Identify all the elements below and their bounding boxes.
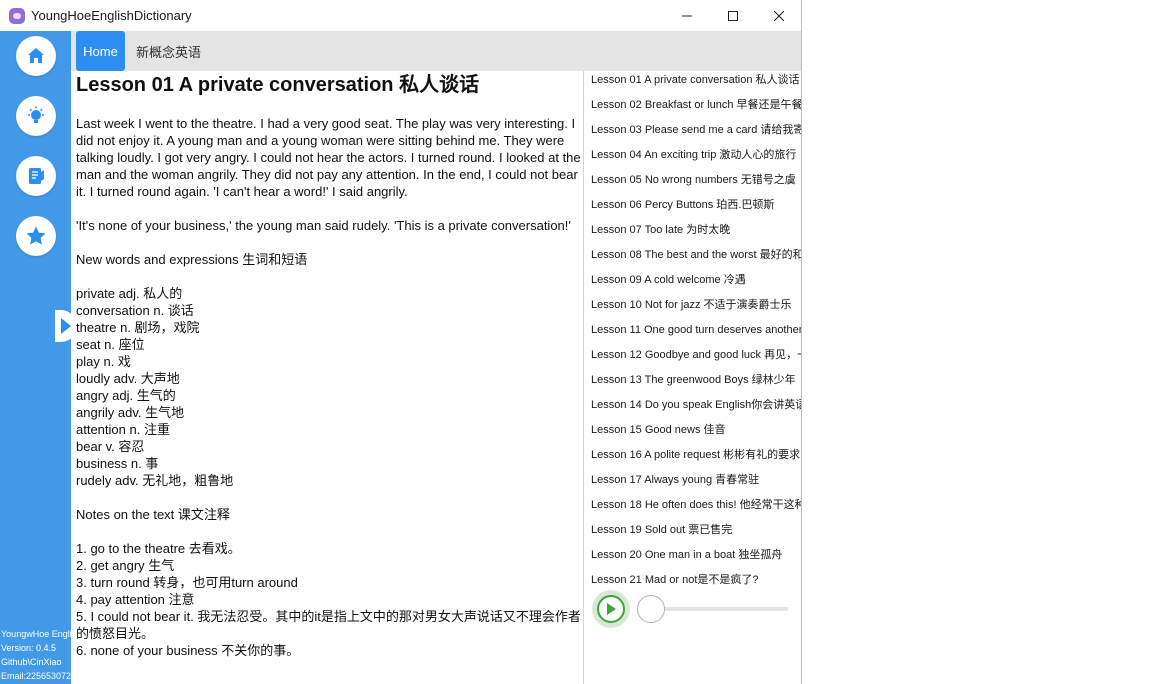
maximize-icon	[728, 10, 738, 21]
lesson-title: Lesson 01 A private conversation 私人谈话	[76, 74, 480, 96]
lesson-list-item[interactable]: Lesson 01 A private conversation 私人谈话	[584, 71, 801, 96]
maximize-button[interactable]	[710, 0, 756, 31]
note-item: 5. I could not bear it. 我无法忍受。其中的it是指上文中…	[76, 609, 581, 641]
word-item: angry adj. 生气的	[76, 388, 176, 403]
app-info-name: YoungwHoe English	[1, 629, 71, 639]
words-heading: New words and expressions 生词和短语	[76, 252, 308, 267]
word-item: attention n. 注重	[76, 422, 170, 437]
sidebar: YoungwHoe English Version: 0.4.5 Github\…	[0, 31, 71, 684]
minimize-button[interactable]	[664, 0, 710, 31]
notes-heading: Notes on the text 课文注释	[76, 507, 230, 522]
word-list: private adj. 私人的 conversation n. 谈话 thea…	[76, 285, 583, 489]
nav-home-button[interactable]	[16, 36, 56, 76]
lesson-list-item[interactable]: Lesson 12 Goodbye and good luck 再见，一路顺风	[584, 346, 801, 371]
lesson-list-item[interactable]: Lesson 19 Sold out 票已售完	[584, 521, 801, 546]
lesson-list-item[interactable]: Lesson 15 Good news 佳音	[584, 421, 801, 446]
progress-slider-track[interactable]	[651, 607, 788, 611]
lesson-list-item[interactable]: Lesson 20 One man in a boat 独坐孤舟	[584, 546, 801, 571]
app-info-email: Email:225653072	[1, 671, 71, 681]
lesson-list-item[interactable]: Lesson 08 The best and the worst 最好的和最差的	[584, 246, 801, 271]
word-item: conversation n. 谈话	[76, 303, 194, 318]
lesson-content[interactable]: Lesson 01 A private conversation 私人谈话 La…	[71, 71, 583, 684]
play-icon	[607, 603, 616, 615]
notes-list: 1. go to the theatre 去看戏。 2. get angry 生…	[76, 540, 583, 659]
window-title: YoungHoeEnglishDictionary	[31, 8, 192, 23]
note-item: 1. go to the theatre 去看戏。	[76, 541, 241, 556]
app-info: YoungwHoe English Version: 0.4.5 Github\…	[1, 627, 71, 683]
lightbulb-icon	[28, 106, 44, 123]
app-logo-icon	[9, 7, 25, 24]
progress-slider-thumb[interactable]	[637, 595, 665, 623]
tab-home[interactable]: Home	[76, 31, 125, 71]
tab-bar: Home 新概念英语	[71, 31, 801, 71]
close-button[interactable]	[756, 0, 801, 31]
lesson-list-item[interactable]: Lesson 07 Too late 为时太晚	[584, 221, 801, 246]
lesson-list-item[interactable]: Lesson 03 Please send me a card 请给我寄一张明信…	[584, 121, 801, 146]
word-item: angrily adv. 生气地	[76, 405, 185, 420]
word-item: play n. 戏	[76, 354, 131, 369]
lesson-list-item[interactable]: Lesson 16 A polite request 彬彬有礼的要求	[584, 446, 801, 471]
notebook-icon	[29, 168, 44, 184]
star-icon	[26, 226, 46, 245]
lesson-list-item[interactable]: Lesson 09 A cold welcome 冷遇	[584, 271, 801, 296]
home-icon	[28, 48, 44, 63]
app-window: YoungHoeEnglishDictionary YoungwHoe Engl…	[0, 0, 802, 684]
word-item: theatre n. 剧场，戏院	[76, 320, 200, 335]
app-info-github: Github\CinXiao	[1, 657, 62, 667]
lesson-list-item[interactable]: Lesson 11 One good turn deserves another…	[584, 321, 801, 346]
lesson-list-item[interactable]: Lesson 14 Do you speak English你会讲英语吗?	[584, 396, 801, 421]
word-item: seat n. 座位	[76, 337, 145, 352]
lesson-list-item[interactable]: Lesson 13 The greenwood Boys 绿林少年	[584, 371, 801, 396]
note-item: 2. get angry 生气	[76, 558, 175, 573]
lesson-list-item[interactable]: Lesson 04 An exciting trip 激动人心的旅行	[584, 146, 801, 171]
play-button[interactable]	[592, 590, 630, 628]
close-icon	[774, 10, 784, 21]
note-item: 3. turn round 转身，也可用turn around	[76, 575, 298, 590]
nav-ideas-button[interactable]	[16, 96, 56, 136]
app-info-version: Version: 0.4.5	[1, 643, 57, 653]
word-item: business n. 事	[76, 456, 159, 471]
note-item: 6. none of your business 不关你的事。	[76, 643, 300, 658]
title-bar: YoungHoeEnglishDictionary	[0, 0, 801, 31]
audio-player	[583, 585, 801, 633]
window-controls	[664, 0, 801, 31]
word-item: private adj. 私人的	[76, 286, 183, 301]
word-item: bear v. 容忍	[76, 439, 145, 454]
lesson-list-item[interactable]: Lesson 02 Breakfast or lunch 早餐还是午餐?	[584, 96, 801, 121]
note-item: 4. pay attention 注意	[76, 592, 195, 607]
nav-favorites-button[interactable]	[16, 216, 56, 256]
lesson-list-item[interactable]: Lesson 18 He often does this! 他经常干这种事!	[584, 496, 801, 521]
lesson-list-item[interactable]: Lesson 17 Always young 青春常驻	[584, 471, 801, 496]
lesson-list-item[interactable]: Lesson 05 No wrong numbers 无错号之虞	[584, 171, 801, 196]
word-item: rudely adv. 无礼地，粗鲁地	[76, 473, 234, 488]
minimize-icon	[682, 15, 692, 16]
tab-new-concept-english[interactable]: 新概念英语	[131, 31, 206, 71]
nav-notebook-button[interactable]	[16, 156, 56, 196]
lesson-paragraph: Last week I went to the theatre. I had a…	[76, 116, 581, 199]
lesson-list-item[interactable]: Lesson 10 Not for jazz 不适于演奏爵士乐	[584, 296, 801, 321]
lesson-paragraph: 'It's none of your business,' the young …	[76, 218, 571, 233]
lesson-list-item[interactable]: Lesson 06 Percy Buttons 珀西.巴顿斯	[584, 196, 801, 221]
word-item: loudly adv. 大声地	[76, 371, 180, 386]
